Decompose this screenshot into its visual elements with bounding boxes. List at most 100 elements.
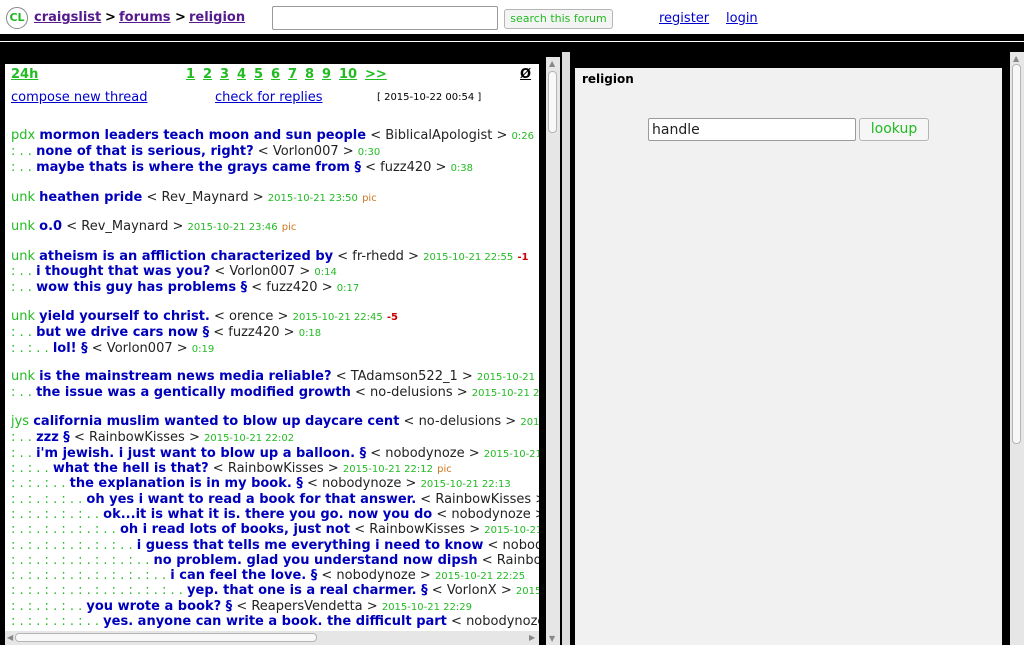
thread-row: unk yield yourself to christ. < orence >… [11,309,398,326]
nav-page-1[interactable]: 1 [186,67,195,82]
side-panel-scroll-thumb[interactable] [1012,64,1021,444]
nav-page-4[interactable]: 4 [237,67,246,82]
thread-title-link[interactable]: o.0 [39,219,62,234]
thread-title-link[interactable]: i'm jewish. i just want to blow up a bal… [36,446,366,461]
thread-title-link[interactable]: wow this guy has problems § [36,280,247,295]
thread-title-link[interactable]: yes. anyone can write a book. the diffic… [103,614,447,629]
thread-author: < BiblicalApologist > [370,128,508,143]
thread-title-link[interactable]: california muslim wanted to blow up dayc… [33,414,399,429]
thread-author: < no-delusions > [354,385,468,400]
reply-indent: : . . [11,280,32,295]
thread-row: : . : . : . . the explanation is in my b… [11,476,511,493]
nav-null-link[interactable]: Ø [520,67,531,82]
thread-title-link[interactable]: zzz § [36,430,70,445]
nav-page-8[interactable]: 8 [305,67,314,82]
thread-title-link[interactable]: the issue was a gentically modified grow… [36,385,351,400]
thread-author: < fuzz420 > [251,280,333,295]
search-forum-button[interactable]: search this forum [504,9,613,29]
nav-range-24h[interactable]: 24h [11,67,38,82]
vertical-scrollbar[interactable]: ▲ ▼ [546,57,560,645]
handle-lookup-input[interactable] [648,118,856,141]
breadcrumb-religion[interactable]: religion [189,10,245,25]
thread-author: < ReapersVendetta > [236,599,378,614]
breadcrumb-separator: > [175,10,186,25]
thread-title-link[interactable]: you wrote a book? § [86,599,232,614]
side-panel-scrollbar[interactable]: ▲ [1010,52,1024,645]
thread-title-link[interactable]: is the mainstream news media reliable? [39,369,331,384]
thread-title-link[interactable]: the explanation is in my book. § [70,476,303,491]
thread-time: 0:30 [357,147,381,158]
thread-title-link[interactable]: no problem. glad you understand now dips… [154,553,478,568]
nav-page-2[interactable]: 2 [203,67,212,82]
reply-indent: : . : . : . : . : . : . : . : . . [11,553,150,568]
compose-new-thread-link[interactable]: compose new thread [11,90,148,105]
picture-indicator: pic [362,193,377,204]
thread-title-link[interactable]: but we drive cars now § [36,325,209,340]
thread-title-link[interactable]: i thought that was you? [36,264,210,279]
nav-next-link[interactable]: >> [365,67,387,82]
forum-search-input[interactable] [272,6,498,30]
scroll-down-arrow-icon[interactable]: ▼ [549,635,555,643]
thread-area-tag: unk [11,369,36,384]
thread-title-link[interactable]: i can feel the love. § [170,568,317,583]
breadcrumb-craigslist[interactable]: craigslist [34,10,101,25]
nav-page-6[interactable]: 6 [271,67,280,82]
thread-title-link[interactable]: what the hell is that? [53,461,209,476]
thread-row: : . . i thought that was you? < Vorlon00… [11,264,337,281]
horizontal-scroll-thumb[interactable] [15,633,317,642]
thread-title-link[interactable]: atheism is an affliction characterized b… [39,249,333,264]
vertical-scroll-thumb[interactable] [548,71,557,133]
nav-page-9[interactable]: 9 [322,67,331,82]
thread-time: 2015-10-21 22:55 [423,252,514,263]
scroll-right-arrow-icon[interactable]: ▶ [529,634,535,642]
scroll-up-arrow-icon[interactable]: ▲ [549,60,555,68]
scroll-up-arrow-icon[interactable]: ▲ [1013,55,1019,63]
thread-author: < Vorlon007 > [91,341,188,356]
reply-indent: : . : . . [11,341,49,356]
nav-page-7[interactable]: 7 [288,67,297,82]
thread-list-pane[interactable]: 24h 1 2 3 4 5 6 7 8 9 10 >> Ø compose ne… [5,64,539,631]
header-bar: CL craigslist > forums > religion search… [0,0,1024,34]
nav-page-5[interactable]: 5 [254,67,263,82]
thread-title-link[interactable]: yep. that one is a real charmer. § [187,583,428,598]
nav-page-3[interactable]: 3 [220,67,229,82]
vote-score: -1 [517,252,529,263]
thread-row: : . : . : . : . : . : . : . : . : . : . … [11,583,539,600]
thread-area-tag: jys [11,414,30,429]
thread-row: : . : . : . : . : . : . . oh i read lots… [11,522,539,539]
thread-title-link[interactable]: heathen pride [39,190,142,205]
thread-time: 2015-10-21 22:12 [342,464,433,475]
register-link[interactable]: register [659,11,709,26]
thread-title-link[interactable]: yield yourself to christ. [39,309,210,324]
thread-title-link[interactable]: oh i read lots of books, just not [120,522,350,537]
thread-row: : . . zzz § < RainbowKisses > 2015-10-21… [11,430,294,447]
check-for-replies-link[interactable]: check for replies [215,90,323,105]
side-panel-frame: religion lookup [570,52,1010,645]
thread-row: : . : . . lol! § < Vorlon007 > 0:19 [11,341,214,358]
thread-title-link[interactable]: i guess that tells me everything i need … [137,538,484,553]
scroll-left-arrow-icon[interactable]: ◀ [7,634,13,642]
reply-indent: : . : . : . : . . [11,599,83,614]
thread-title-link[interactable]: maybe thats is where the grays came from… [36,160,361,175]
lookup-button[interactable]: lookup [859,118,929,141]
breadcrumb-forums[interactable]: forums [119,10,171,25]
reply-indent: : . . [11,144,32,159]
thread-time: 2015-10-21 22:00 [520,417,539,428]
thread-title-link[interactable]: mormon leaders teach moon and sun people [39,128,366,143]
nav-page-10[interactable]: 10 [339,67,357,82]
thread-area-tag: unk [11,249,36,264]
horizontal-scrollbar[interactable]: ◀ ▶ [5,631,539,645]
thread-title-link[interactable]: none of that is serious, right? [36,144,254,159]
thread-title-link[interactable]: ok...it is what it is. there you go. now… [103,507,432,522]
thread-time: 2015-10-21 22:19 [484,525,539,536]
thread-row: : . : . : . : . : . . yes. anyone can wr… [11,614,539,631]
thread-author: < RainbowKisses > [354,522,481,537]
thread-time: 2015-10-21 22:25 [434,571,526,582]
craigslist-logo[interactable]: CL [6,7,28,29]
thread-title-link[interactable]: oh yes i want to read a book for that an… [86,492,416,507]
frame-divider[interactable] [562,52,570,645]
side-panel: religion lookup [575,68,1002,645]
thread-row: jys california muslim wanted to blow up … [11,414,539,431]
login-link[interactable]: login [726,11,758,26]
thread-title-link[interactable]: lol! § [53,341,88,356]
